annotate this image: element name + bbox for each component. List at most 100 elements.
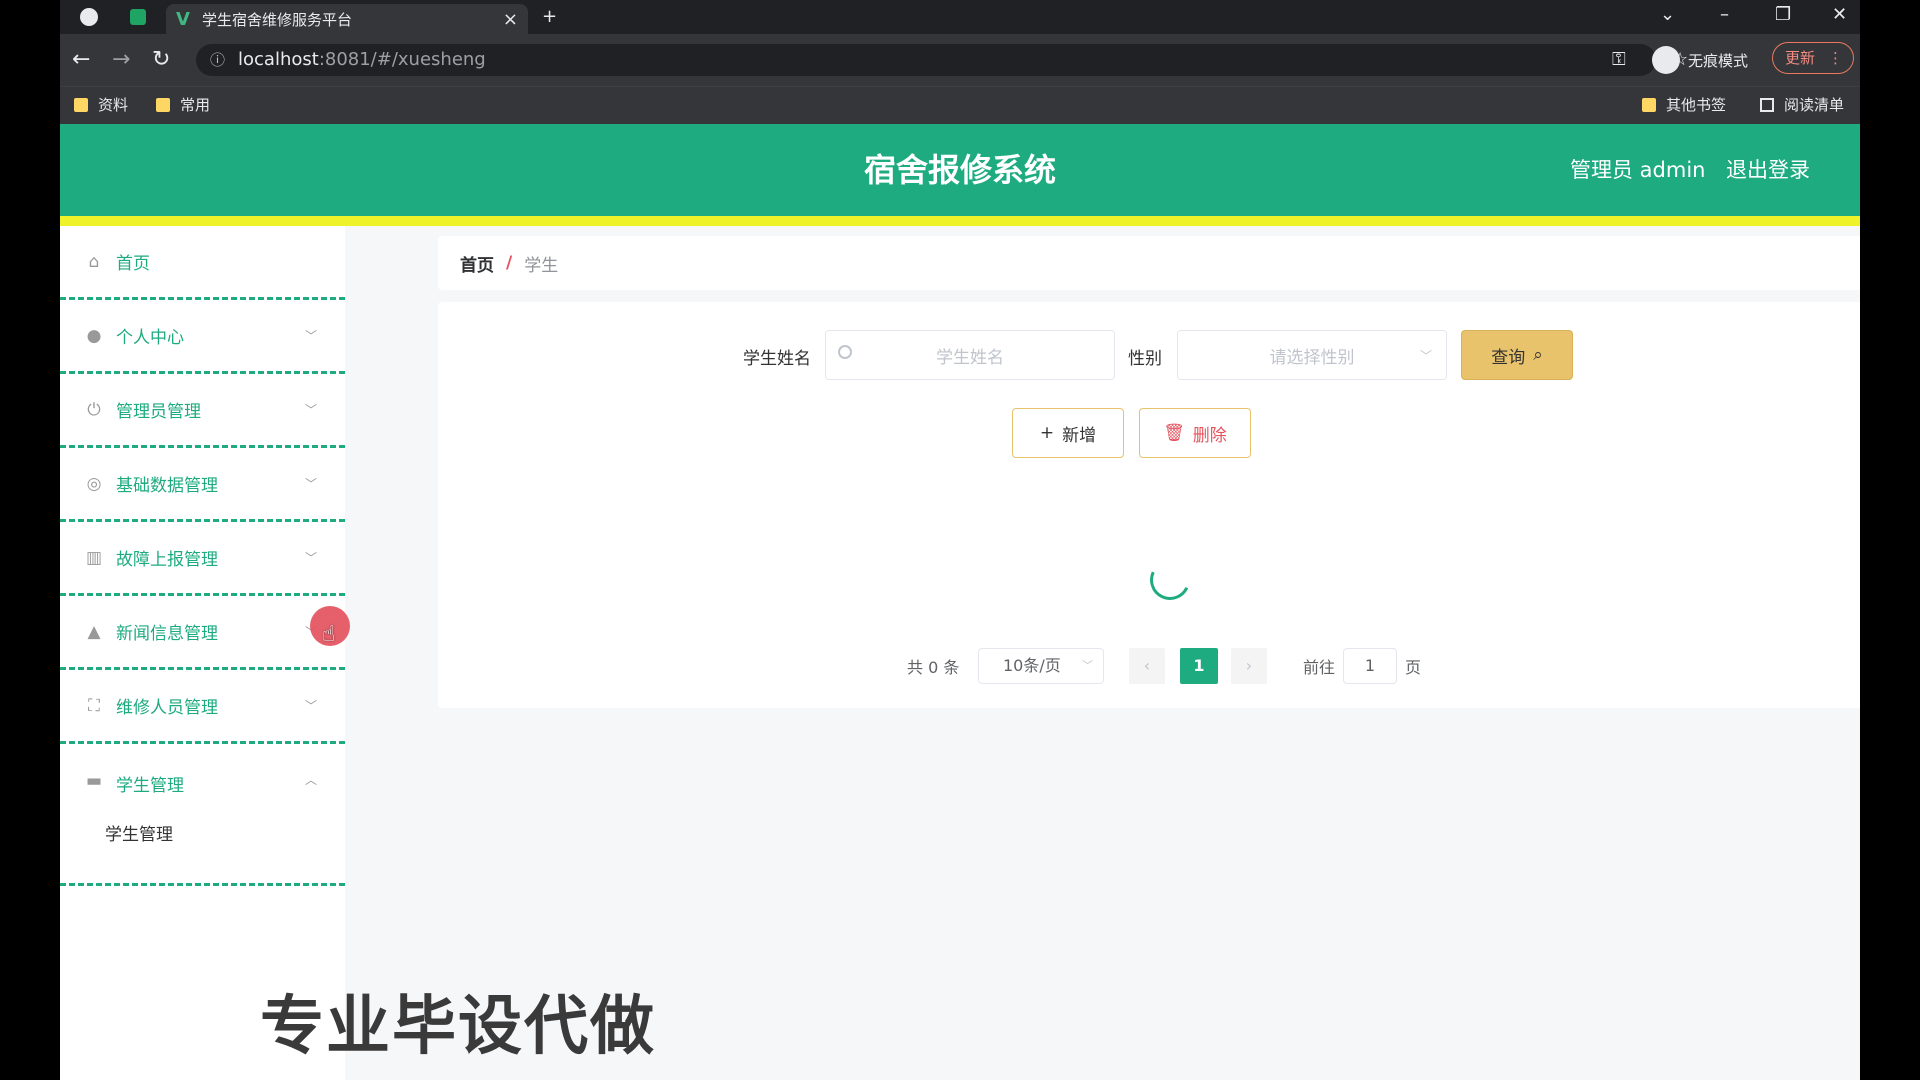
gender-select[interactable]: 请选择性别 ﹀ <box>1177 330 1447 380</box>
user-icon: ● <box>86 325 102 346</box>
student-name-label: 学生姓名 <box>743 349 811 369</box>
chevron-up-icon: ︿ <box>304 773 317 787</box>
briefcase-icon: ▬ <box>85 771 103 791</box>
page-size-select[interactable]: 10条/页 ﹀ <box>978 648 1104 684</box>
restore-icon[interactable]: ❐ <box>1775 0 1791 30</box>
breadcrumb: 首页 / 学生 <box>438 236 1860 290</box>
incognito-indicator[interactable]: 无痕模式 <box>1652 42 1748 78</box>
folder-icon <box>156 98 170 112</box>
fullscreen-icon: ⛶ <box>88 695 100 716</box>
page-unit: 页 <box>1405 658 1422 677</box>
goto-label: 前往 <box>1303 658 1336 677</box>
breadcrumb-separator: / <box>506 253 513 273</box>
sidebar-item-repairers[interactable]: ⛶ 维修人员管理 ﹀ <box>60 670 345 744</box>
tab-title: 学生宿舍维修服务平台 <box>201 10 352 29</box>
incognito-icon <box>1652 46 1680 74</box>
close-tab-icon[interactable]: × <box>503 9 518 30</box>
url-input[interactable]: ⓘ localhost:8081/#/xuesheng ⚿ ☆ <box>196 44 1688 76</box>
sidebar-item-label: 新闻信息管理 <box>116 624 218 644</box>
browser-window: V 学生宿舍维修服务平台 × + ⌄ – ❐ ✕ ← → ↻ ⓘ localho… <box>60 0 1860 1080</box>
pinned-tab-sheet-icon[interactable] <box>130 9 146 25</box>
trash-icon: 🗑 <box>1163 423 1185 443</box>
sidebar-item-basic-data[interactable]: ◎ 基础数据管理 ﹀ <box>60 448 345 522</box>
gender-placeholder: 请选择性别 <box>1269 347 1355 368</box>
reading-list[interactable]: 阅读清单 <box>1760 87 1844 123</box>
sidebar-item-profile[interactable]: ● 个人中心 ﹀ <box>60 300 345 374</box>
address-bar-row: ← → ↻ ⓘ localhost:8081/#/xuesheng ⚿ ☆ 无痕… <box>60 34 1860 86</box>
key-icon[interactable]: ⚿ <box>1612 44 1626 76</box>
bookmarks-bar: 资料 常用 其他书签 阅读清单 <box>60 86 1860 124</box>
add-label: 新增 <box>1062 425 1097 446</box>
reload-icon[interactable]: ↻ <box>152 34 170 86</box>
tab-search-icon[interactable]: ⌄ <box>1660 0 1675 30</box>
delete-button[interactable]: 🗑 删除 <box>1139 408 1251 458</box>
chevron-down-icon: ﹀ <box>304 329 317 343</box>
chart-icon: ▥ <box>85 547 103 568</box>
active-tab[interactable]: V 学生宿舍维修服务平台 × <box>166 4 528 34</box>
incognito-label: 无痕模式 <box>1688 51 1749 70</box>
current-page-button[interactable]: 1 <box>1180 648 1218 684</box>
sidebar-item-label: 基础数据管理 <box>116 476 218 496</box>
pagination-total: 共 0 条 <box>907 648 959 684</box>
prev-page-button[interactable]: ‹ <box>1129 648 1165 684</box>
url-host: localhost <box>238 49 319 70</box>
bookmark-ziliao[interactable]: 资料 <box>74 87 128 123</box>
student-name-placeholder: 学生姓名 <box>936 347 1004 368</box>
reading-list-icon <box>1760 98 1774 112</box>
breadcrumb-current: 学生 <box>524 255 559 276</box>
admin-label: 管理员 admin <box>1570 158 1706 182</box>
watermark-text: 专业毕设代做 <box>260 990 656 1064</box>
chevron-down-icon: ﹀ <box>304 699 317 713</box>
query-label: 查询 <box>1491 347 1526 368</box>
add-button[interactable]: + 新增 <box>1012 408 1124 458</box>
goto-page-input[interactable]: 1 <box>1343 648 1397 684</box>
sidebar-item-admins[interactable]: ⏻ 管理员管理 ﹀ <box>60 374 345 448</box>
page-unit-wrap: 页 <box>1405 648 1421 684</box>
update-label: 更新 <box>1785 49 1816 67</box>
more-menu-icon[interactable]: ⋮ <box>1828 43 1843 73</box>
sidebar-item-label: 个人中心 <box>116 328 184 348</box>
query-button[interactable]: 查询 ⌕ <box>1461 330 1573 380</box>
sidebar-item-label: 学生管理 <box>116 776 184 796</box>
plus-icon: + <box>1039 423 1055 443</box>
window-close-icon[interactable]: ✕ <box>1832 0 1847 30</box>
search-icon: ⌕ <box>1533 345 1543 365</box>
site-info-icon[interactable]: ⓘ <box>210 44 225 76</box>
gender-label: 性别 <box>1128 349 1162 369</box>
submenu-student-manage[interactable]: 学生管理 <box>105 820 173 845</box>
total-count: 共 0 条 <box>907 658 960 677</box>
delete-label: 删除 <box>1192 425 1227 446</box>
back-icon[interactable]: ← <box>72 34 90 86</box>
logout-link[interactable]: 退出登录 <box>1726 124 1810 216</box>
folder-icon <box>74 98 88 112</box>
next-page-button[interactable]: › <box>1231 648 1267 684</box>
vue-logo-icon: V <box>176 8 190 30</box>
page-size-value: 10条/页 <box>1003 656 1061 675</box>
breadcrumb-home[interactable]: 首页 <box>460 251 494 276</box>
student-name-input[interactable]: 学生姓名 <box>825 330 1115 380</box>
bookmark-changyong[interactable]: 常用 <box>156 87 210 123</box>
sidebar-item-news[interactable]: ▲ 新闻信息管理 ﹀ <box>60 596 345 670</box>
sidebar-item-fault-reports[interactable]: ▥ 故障上报管理 ﹀ <box>60 522 345 596</box>
forward-icon[interactable]: → <box>112 34 130 86</box>
search-icon <box>838 345 852 359</box>
chevron-down-icon: ﹀ <box>304 403 317 417</box>
power-icon: ⏻ <box>87 399 101 420</box>
other-bookmarks[interactable]: 其他书签 <box>1642 87 1726 123</box>
new-tab-button[interactable]: + <box>542 0 557 34</box>
other-bookmarks-label: 其他书签 <box>1666 96 1727 114</box>
header-accent-bar <box>60 216 1860 226</box>
update-button[interactable]: 更新 ⋮ <box>1772 42 1854 74</box>
pinned-tab-icon[interactable] <box>80 8 98 26</box>
chevron-down-icon: ﹀ <box>1082 659 1093 672</box>
sidebar-item-home[interactable]: ⌂ 首页 <box>60 226 345 300</box>
chevron-down-icon: ﹀ <box>304 477 317 491</box>
home-icon: ⌂ <box>88 251 100 272</box>
reading-list-label: 阅读清单 <box>1784 96 1845 114</box>
sidebar: ⌂ 首页 ● 个人中心 ﹀ ⏻ 管理员管理 ﹀ ◎ 基础数据管理 ﹀ ▥ 故障上… <box>60 226 345 1080</box>
mouse-cursor-icon: ☝ <box>322 622 336 647</box>
minimize-icon[interactable]: – <box>1720 0 1729 30</box>
url-path: :8081/#/xuesheng <box>318 49 486 70</box>
bookmark-label: 资料 <box>98 96 129 114</box>
sidebar-item-students[interactable]: ▬ 学生管理 ︿ <box>60 744 345 886</box>
